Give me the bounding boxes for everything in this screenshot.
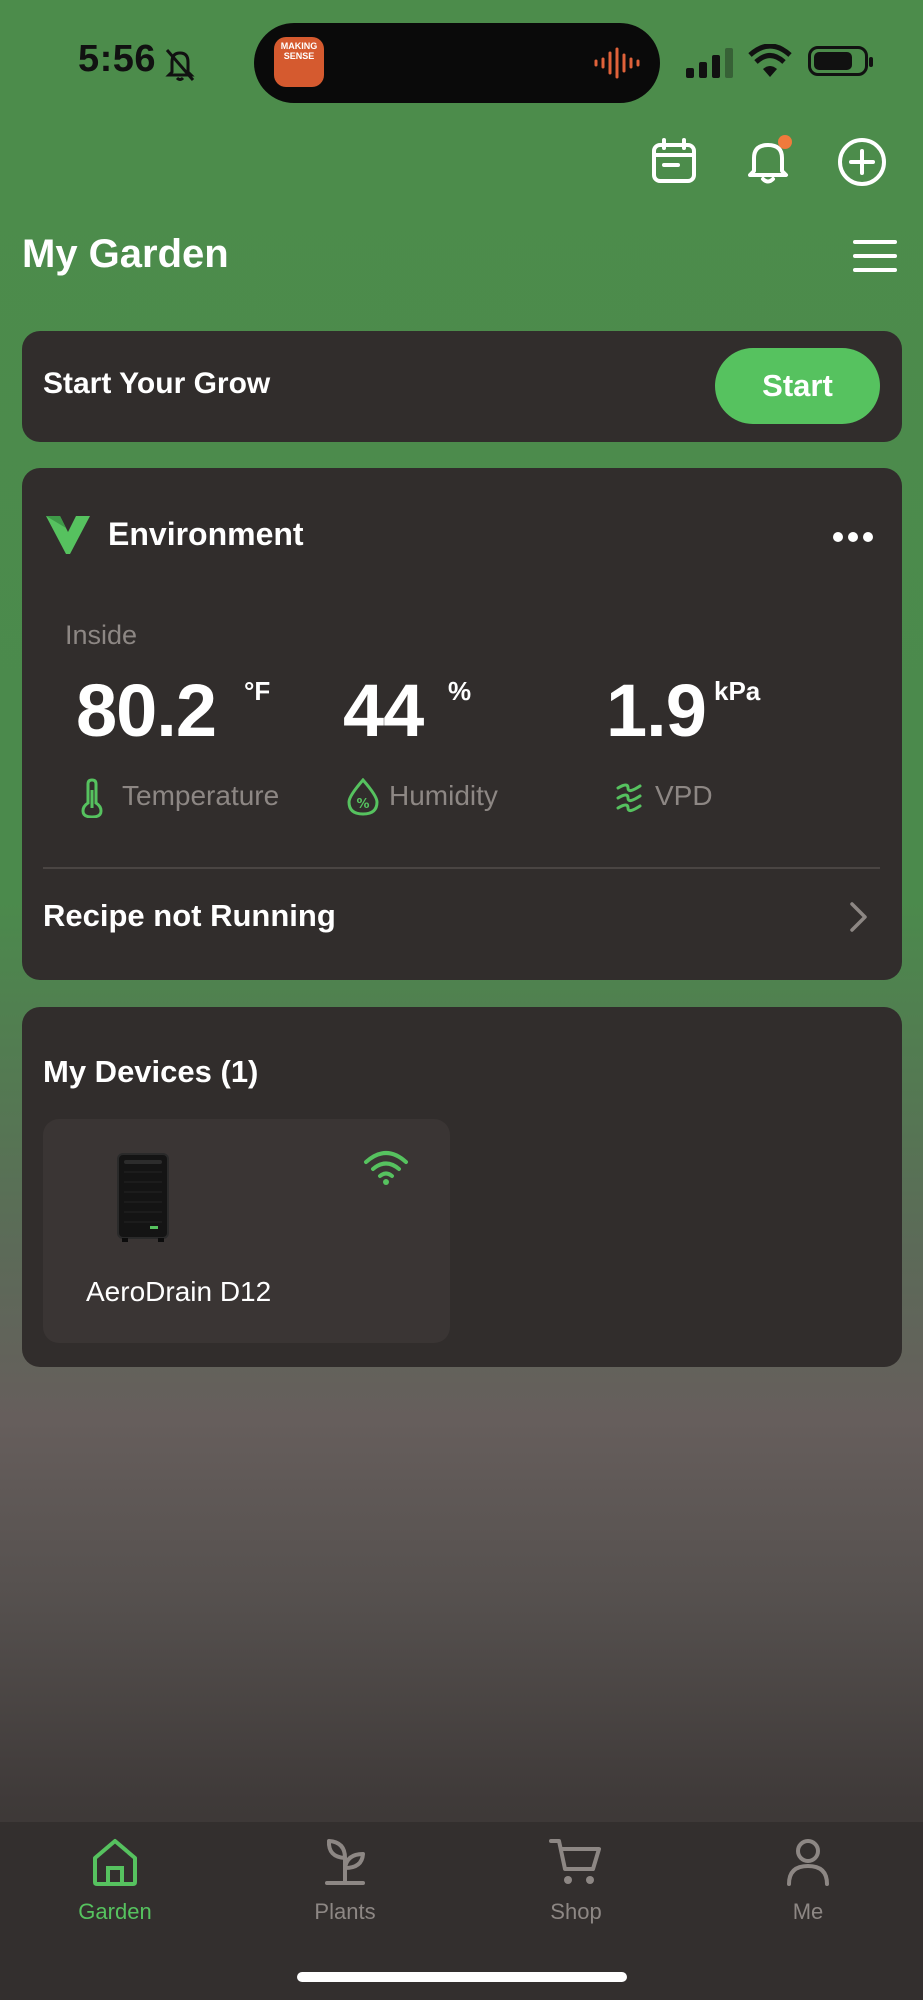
vpd-value: 1.9 <box>606 669 707 752</box>
svg-text:%: % <box>356 797 369 812</box>
menu-icon[interactable] <box>852 238 898 274</box>
tab-plants[interactable]: Plants <box>270 1836 420 1925</box>
vpd-unit: kPa <box>714 676 761 706</box>
start-grow-label: Start Your Grow <box>43 367 271 400</box>
cart-icon <box>549 1839 601 1884</box>
tab-label: Plants <box>314 1899 376 1924</box>
tab-label: Garden <box>78 1899 152 1924</box>
status-time: 5:56 <box>78 38 157 80</box>
tab-label: Shop <box>550 1899 602 1924</box>
environment-title: Environment <box>108 516 304 552</box>
device-name: AeroDrain D12 <box>86 1276 272 1307</box>
add-icon[interactable] <box>836 136 888 188</box>
now-playing-app-icon[interactable]: MAKING SENSE <box>274 37 324 87</box>
humidity-value: 44 <box>343 669 424 752</box>
tab-me[interactable]: Me <box>733 1836 883 1925</box>
start-button[interactable]: Start <box>715 348 880 424</box>
wifi-icon <box>748 44 792 77</box>
my-devices-title: My Devices (1) <box>43 1054 259 1089</box>
humidity-drop-icon: % <box>347 778 379 816</box>
notification-dot <box>778 135 792 149</box>
battery-icon <box>808 46 873 76</box>
tab-shop[interactable]: Shop <box>501 1836 651 1925</box>
home-icon <box>93 1839 137 1886</box>
temperature-unit: °F <box>244 676 271 706</box>
tab-garden[interactable]: Garden <box>40 1836 190 1925</box>
notification-bell-icon[interactable] <box>742 134 794 186</box>
temperature-value: 80.2 <box>76 669 217 752</box>
humidity-unit: % <box>448 676 472 706</box>
page-title: My Garden <box>22 232 229 276</box>
device-image <box>117 1153 169 1242</box>
wifi-connected-icon <box>364 1151 408 1185</box>
person-icon <box>787 1839 829 1886</box>
temperature-label: Temperature <box>122 780 280 811</box>
thermometer-icon <box>81 778 103 818</box>
chevron-right-icon[interactable] <box>848 900 870 934</box>
audio-waveform-icon <box>594 47 640 79</box>
recipe-status[interactable]: Recipe not Running <box>43 898 336 934</box>
silent-mode-icon <box>165 49 195 81</box>
humidity-label: Humidity <box>389 780 498 811</box>
home-indicator[interactable] <box>297 1972 627 1982</box>
vpd-label: VPD <box>655 780 713 811</box>
calendar-icon[interactable] <box>648 136 700 188</box>
brand-logo-icon <box>46 516 90 554</box>
more-options-icon[interactable] <box>832 531 874 543</box>
divider <box>43 867 880 869</box>
environment-location: Inside <box>65 620 138 650</box>
vpd-wave-icon <box>616 783 642 813</box>
sprout-icon <box>325 1839 365 1885</box>
cellular-signal-icon <box>686 48 733 78</box>
tab-label: Me <box>792 1899 824 1924</box>
